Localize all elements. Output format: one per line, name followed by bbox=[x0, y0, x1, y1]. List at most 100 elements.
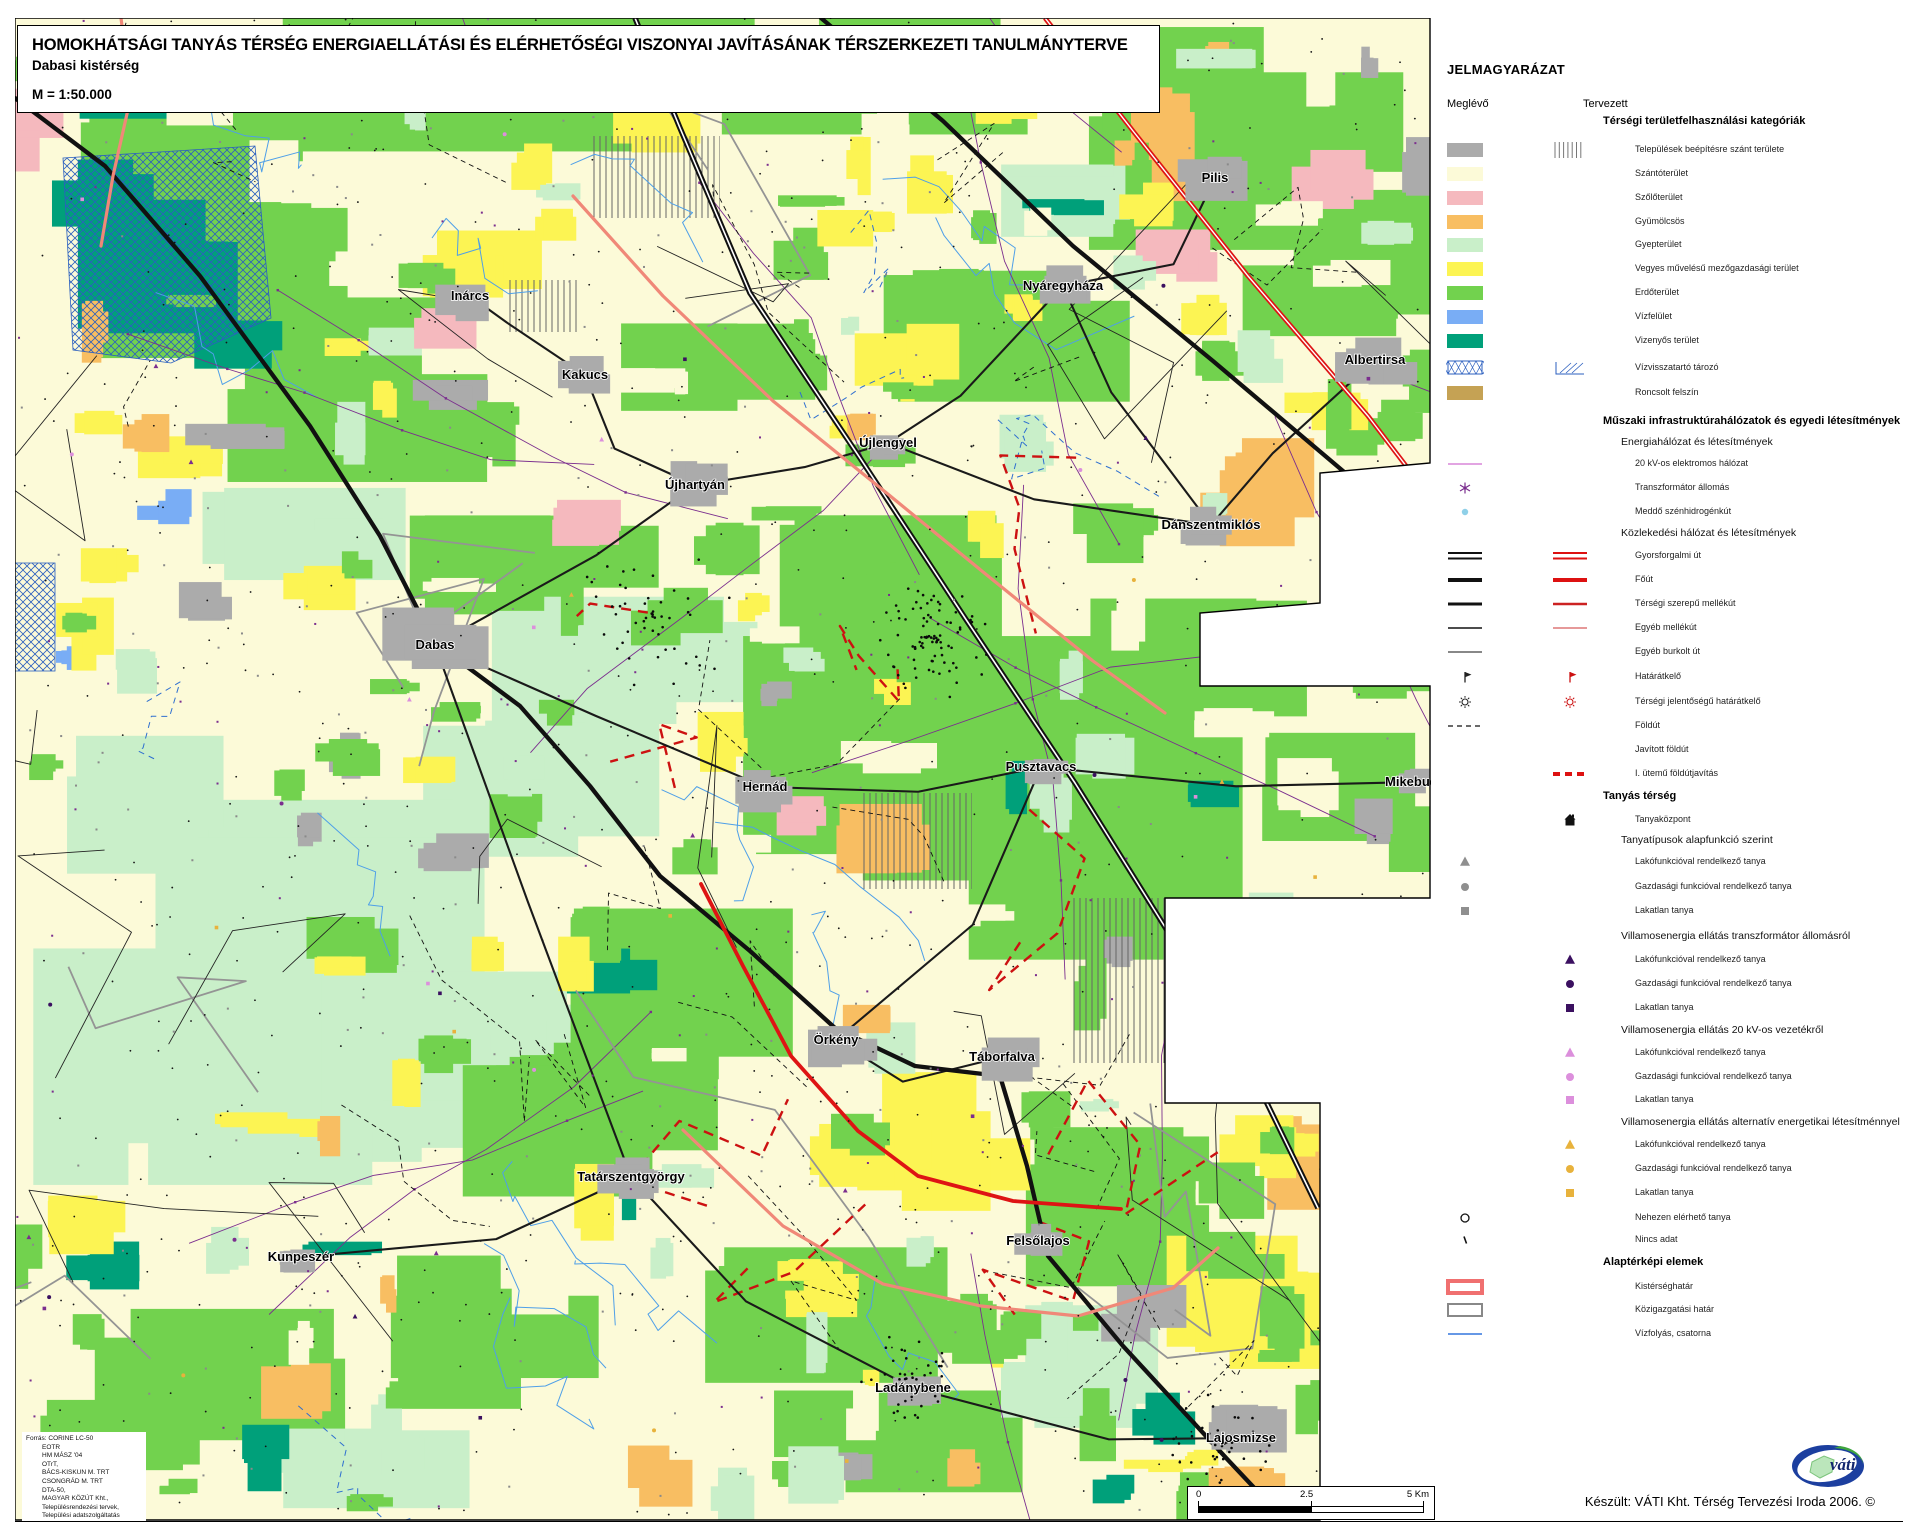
legend-symbol-existing bbox=[1446, 643, 1484, 661]
town-label: Albertirsa bbox=[1345, 352, 1406, 367]
town-label: Lajosmizse bbox=[1206, 1430, 1276, 1445]
legend-title: JELMAGYARÁZAT bbox=[1447, 62, 1565, 77]
scale-label-mid: 2.5 bbox=[1300, 1489, 1313, 1500]
legend-item-label: Egyéb burkolt út bbox=[1635, 646, 1700, 656]
legend-item-label: Határátkelő bbox=[1635, 671, 1681, 681]
legend-item-label: Gyepterület bbox=[1635, 239, 1682, 249]
plan-sheet: PilisNyáregyházaAlbertirsaInárcsKakucsÚj… bbox=[0, 0, 1931, 1536]
legend-item-label: Lakatlan tanya bbox=[1635, 1094, 1694, 1104]
legend-symbol-existing bbox=[1446, 359, 1484, 377]
legend-item-label: Gazdasági funkcióval rendelkező tanya bbox=[1635, 1163, 1792, 1173]
legend-symbol-existing bbox=[1446, 189, 1484, 207]
legend-symbol-planned bbox=[1551, 571, 1589, 589]
legend-symbol-planned bbox=[1551, 141, 1589, 159]
legend-symbol-existing bbox=[1446, 668, 1484, 686]
legend-symbol-existing bbox=[1446, 547, 1484, 565]
town-label: Mikebuda bbox=[1385, 774, 1431, 789]
legend-symbol-planned bbox=[1551, 999, 1589, 1017]
legend-item-label: Települések beépítésre szánt területe bbox=[1635, 144, 1784, 154]
scale-label-end: 5 Km bbox=[1407, 1489, 1429, 1500]
map-canvas: PilisNyáregyházaAlbertirsaInárcsKakucsÚj… bbox=[15, 18, 1431, 1521]
legend-symbol-existing bbox=[1446, 693, 1484, 711]
legend-col-planned: Tervezett bbox=[1583, 98, 1628, 110]
town-label: Ladánybene bbox=[875, 1380, 951, 1395]
legend-subheading: Villamosenergia ellátás transzformátor á… bbox=[1621, 930, 1850, 942]
source-line: Forrás: CORINE LC-50 bbox=[26, 1435, 144, 1444]
source-line: HM MÁSZ '04 bbox=[26, 1452, 144, 1461]
legend-item-label: Térségi szerepű mellékút bbox=[1635, 598, 1736, 608]
legend-symbol-existing bbox=[1446, 236, 1484, 254]
scale-bar: 0 2.5 5 Km bbox=[1187, 1486, 1435, 1520]
legend-symbol-planned bbox=[1551, 1091, 1589, 1109]
town-label: Kakucs bbox=[562, 367, 608, 382]
legend-symbol-planned bbox=[1551, 668, 1589, 686]
map-area: PilisNyáregyházaAlbertirsaInárcsKakucsÚj… bbox=[15, 18, 1431, 1521]
legend-item-label: Vízvisszatartó tározó bbox=[1635, 362, 1719, 372]
town-label: Pilis bbox=[1202, 170, 1229, 185]
legend-symbol-planned bbox=[1551, 619, 1589, 637]
legend-col-existing: Meglévő bbox=[1447, 98, 1489, 110]
legend-symbol-planned bbox=[1551, 1136, 1589, 1154]
scale-label-0: 0 bbox=[1196, 1489, 1201, 1500]
legend-item-label: Transzformátor állomás bbox=[1635, 482, 1729, 492]
legend-symbol-existing bbox=[1446, 213, 1484, 231]
legend-item-label: Nehezen elérhető tanya bbox=[1635, 1212, 1731, 1222]
legend-symbol-existing bbox=[1446, 595, 1484, 613]
scale-tick bbox=[1311, 1501, 1312, 1506]
legend-item-label: Roncsolt felszín bbox=[1635, 387, 1699, 397]
legend-item-label: Gazdasági funkcióval rendelkező tanya bbox=[1635, 978, 1792, 988]
legend-item-label: Lakófunkcióval rendelkező tanya bbox=[1635, 1139, 1766, 1149]
legend-subheading: Közlekedési hálózat és létesítmények bbox=[1621, 527, 1796, 539]
town-area bbox=[1209, 1405, 1287, 1453]
scale-bar-fill bbox=[1199, 1507, 1312, 1512]
source-line: BÁCS-KISKUN M. TRT bbox=[26, 1469, 144, 1478]
legend-symbol-planned bbox=[1551, 951, 1589, 969]
sheet-bottom-border bbox=[15, 1521, 1903, 1522]
legend-item-label: Meddő szénhidrogénkút bbox=[1635, 506, 1731, 516]
town-label: Dánszentmiklós bbox=[1162, 517, 1261, 532]
legend-symbol-existing bbox=[1446, 1209, 1484, 1227]
legend-item-label: Tanyaközpont bbox=[1635, 814, 1691, 824]
legend-symbol-existing bbox=[1446, 853, 1484, 871]
legend-item-label: 20 kV-os elektromos hálózat bbox=[1635, 458, 1748, 468]
legend-item-label: Erdőterület bbox=[1635, 287, 1679, 297]
legend-item-label: Gazdasági funkcióval rendelkező tanya bbox=[1635, 1071, 1792, 1081]
vati-logo: váti bbox=[1790, 1442, 1866, 1490]
town-label: Kunpeszér bbox=[268, 1249, 334, 1264]
legend-symbol-existing bbox=[1446, 165, 1484, 183]
map-scale-text: M = 1:50.000 bbox=[32, 87, 1145, 102]
legend-symbol-existing bbox=[1446, 571, 1484, 589]
town-label: Inárcs bbox=[451, 288, 489, 303]
legend-section-heading: Térségi területfelhasználási kategóriák bbox=[1603, 115, 1805, 127]
legend-symbol-planned bbox=[1551, 1184, 1589, 1202]
source-line: CSONGRÁD M. TRT bbox=[26, 1478, 144, 1487]
source-box: Forrás: CORINE LC-50EOTRHM MÁSZ '04OTrT,… bbox=[22, 1432, 146, 1524]
legend-item-label: Lakófunkcióval rendelkező tanya bbox=[1635, 856, 1766, 866]
legend-symbol-planned bbox=[1551, 547, 1589, 565]
title-box: HOMOKHÁTSÁGI TANYÁS TÉRSÉG ENERGIAELLÁTÁ… bbox=[17, 25, 1160, 113]
source-line: EOTR bbox=[26, 1444, 144, 1453]
page-subtitle: Dabasi kistérség bbox=[32, 58, 1145, 73]
legend-symbol-existing bbox=[1446, 503, 1484, 521]
legend-subheading: Villamosenergia ellátás 20 kV-os vezeték… bbox=[1621, 1024, 1823, 1036]
legend-symbol-planned bbox=[1551, 359, 1589, 377]
legend-symbol-existing bbox=[1446, 308, 1484, 326]
legend-item-label: Vízfolyás, csatorna bbox=[1635, 1328, 1711, 1338]
legend-symbol-existing bbox=[1446, 902, 1484, 920]
source-line: MAGYAR KÖZÚT Kht., bbox=[26, 1495, 144, 1504]
page-title: HOMOKHÁTSÁGI TANYÁS TÉRSÉG ENERGIAELLÁTÁ… bbox=[32, 36, 1145, 55]
legend-symbol-existing bbox=[1446, 1301, 1484, 1319]
town-label: Dabas bbox=[415, 637, 454, 652]
legend-item-label: Gazdasági funkcióval rendelkező tanya bbox=[1635, 881, 1792, 891]
legend-item-label: Vízfelület bbox=[1635, 311, 1672, 321]
town-label: Örkény bbox=[814, 1032, 860, 1047]
legend-symbol-existing bbox=[1446, 455, 1484, 473]
legend-item-label: Lakatlan tanya bbox=[1635, 1187, 1694, 1197]
legend-item-label: Főút bbox=[1635, 574, 1653, 584]
scale-tick bbox=[1423, 1501, 1424, 1506]
town-label: Újhartyán bbox=[665, 477, 725, 492]
legend-section-heading: Műszaki infrastruktúrahálózatok és egyed… bbox=[1603, 415, 1900, 427]
legend-item-label: Közigazgatási határ bbox=[1635, 1304, 1714, 1314]
legend-symbol-existing bbox=[1446, 479, 1484, 497]
town-label: Tatárszentgyörgy bbox=[577, 1169, 685, 1184]
